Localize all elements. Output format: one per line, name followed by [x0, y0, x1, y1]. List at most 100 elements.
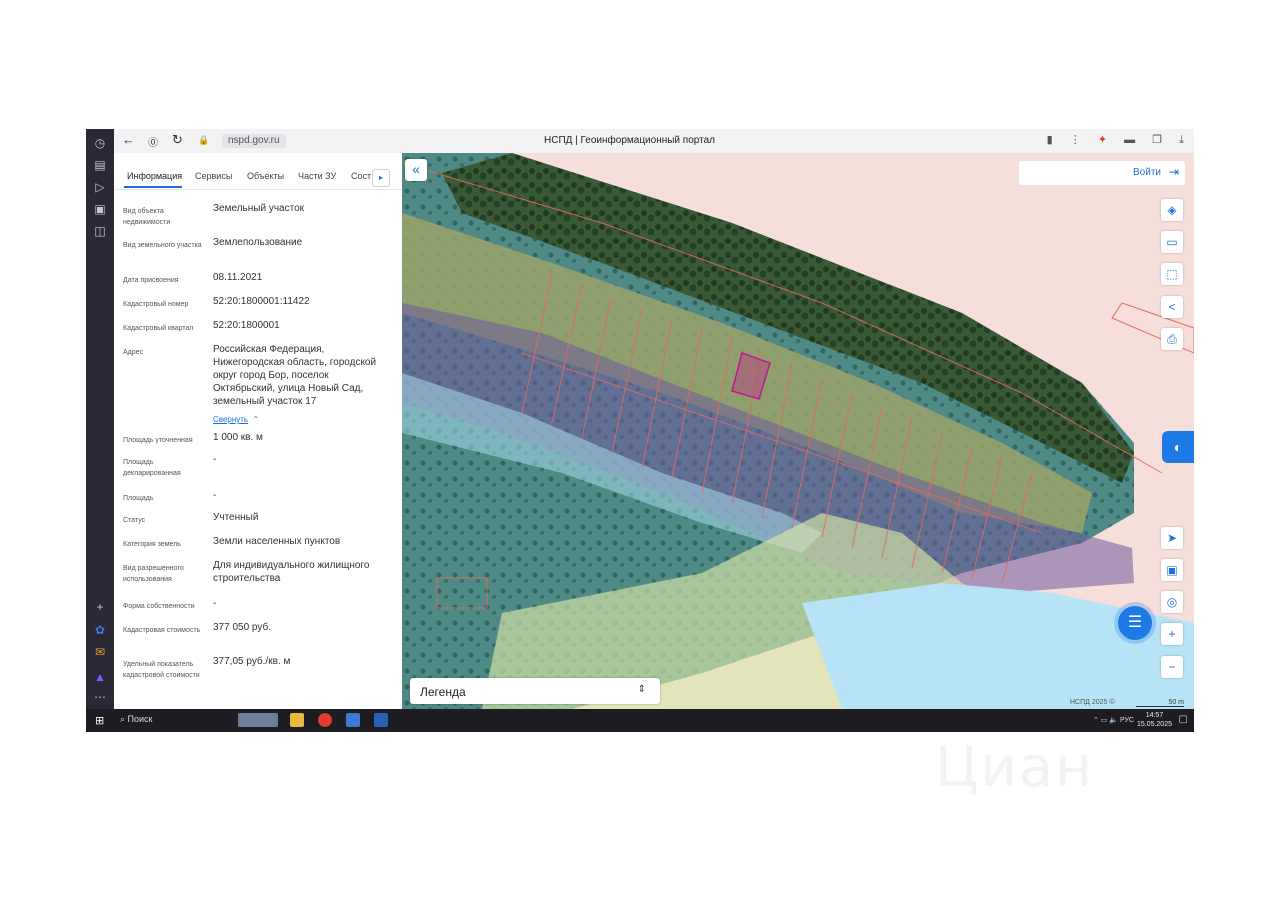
- object-info-panel: Информация Сервисы Объекты Части ЗУ Сост…: [114, 153, 402, 709]
- play-icon[interactable]: ▷: [92, 179, 108, 195]
- windows-taskbar: ⊞ ⌕ Поиск ⌃ ▭ 🔈 РУС 14:57 15.05.2025 ▢: [86, 709, 1194, 732]
- collapse-link-label[interactable]: Свернуть: [213, 415, 248, 424]
- field-label: Дата присвоения: [123, 277, 179, 284]
- login-icon: ⇥: [1168, 165, 1179, 179]
- field-label: Кадастровая стоимость: [123, 627, 201, 634]
- field-value: 377,05 руб./кв. м: [213, 656, 291, 667]
- notification-icon[interactable]: ▢: [1179, 714, 1188, 725]
- field-label: Удельный показатель кадастровой стоимост…: [123, 661, 200, 679]
- field-label: Площадь декларированная: [123, 459, 181, 477]
- field-value: Российская Федерация, Нижегородская обла…: [213, 344, 377, 407]
- calculator-icon[interactable]: [346, 713, 360, 727]
- menu-dots-icon[interactable]: ⋮: [1070, 134, 1081, 146]
- zoom-out-button[interactable]: −: [1161, 656, 1183, 678]
- bookmark-icon[interactable]: ▮: [1047, 134, 1053, 146]
- calendar-icon[interactable]: ▣: [92, 201, 108, 217]
- clock-time: 14:57: [1145, 712, 1164, 719]
- ruler-icon[interactable]: ▭: [1161, 231, 1183, 253]
- collapse-address-link[interactable]: Свернуть ⌃: [213, 409, 259, 427]
- map-scale: 50 m: [1136, 699, 1184, 707]
- taskbar-search[interactable]: ⌕ Поиск: [120, 714, 153, 725]
- history-icon[interactable]: ◷: [92, 135, 108, 151]
- zoom-in-button[interactable]: +: [1161, 623, 1183, 645]
- protect-icon[interactable]: ⓪: [148, 134, 158, 149]
- reload-icon[interactable]: ↻: [172, 132, 183, 148]
- more-icon[interactable]: ⋯: [92, 689, 108, 705]
- download-icon[interactable]: ⤓: [1179, 134, 1184, 146]
- browser-actions: ▮ ⋮ ✦ ▬ ❐ ⤓: [1033, 133, 1184, 147]
- gallery-icon[interactable]: ◫: [92, 223, 108, 239]
- field-label: Кадастровый номер: [123, 301, 189, 308]
- map-view[interactable]: « Войти ⇥ ◈ ▭ ⬚ < ⎙ ◐ ➤ ▣ ◎ + − ☰ Легенд…: [402, 153, 1194, 709]
- field-value: Земельный участок: [213, 203, 305, 214]
- chevron-updown-icon: ⇕: [637, 684, 646, 695]
- tab-services[interactable]: Сервисы: [195, 171, 232, 181]
- services-panel-toggle-icon[interactable]: ◐: [1162, 431, 1194, 463]
- layers-icon[interactable]: ◈: [1161, 199, 1183, 221]
- field-value: Землепользование: [213, 237, 303, 248]
- clock-date: 15.05.2025: [1136, 721, 1172, 728]
- login-bar[interactable]: Войти ⇥: [1019, 161, 1185, 185]
- cian-watermark: Циан: [935, 735, 1094, 800]
- print-icon[interactable]: ⎙: [1161, 328, 1183, 350]
- tabs-scroll-right-button[interactable]: ▸: [372, 169, 390, 187]
- address-bar[interactable]: nspd.gov.ru: [222, 134, 286, 148]
- field-label: Площадь уточненная: [123, 437, 193, 444]
- lock-icon: 🔒: [198, 135, 210, 145]
- taskbar-clock[interactable]: 14:57 15.05.2025: [1137, 711, 1172, 729]
- screen: ◷ ▤ ▷ ▣ ◫ + ✿ ✉ ▲ ⋯ ← ⓪ ↻ 🔒 nspd.gov.ru …: [86, 129, 1194, 732]
- windows-start-icon[interactable]: ⊞: [95, 714, 104, 727]
- map-canvas[interactable]: [402, 153, 1194, 709]
- tab-information[interactable]: Информация: [127, 171, 182, 181]
- tab-parts[interactable]: Части ЗУ: [298, 171, 336, 181]
- browser-side-rail: ◷ ▤ ▷ ▣ ◫ + ✿ ✉ ▲ ⋯: [86, 129, 114, 709]
- legend-label: Легенда: [420, 685, 466, 699]
- field-value[interactable]: 52:20:1800001:11422: [213, 295, 389, 308]
- assistant-icon[interactable]: ▲: [92, 669, 108, 685]
- field-value: -: [213, 490, 217, 501]
- field-value: -: [213, 598, 217, 609]
- active-tab-indicator: [124, 186, 182, 188]
- field-label: Статус: [123, 517, 146, 524]
- geolocation-icon[interactable]: ◎: [1161, 591, 1183, 613]
- collections-icon[interactable]: ❐: [1152, 134, 1162, 146]
- add-icon[interactable]: +: [92, 599, 108, 615]
- field-label: Форма собственности: [123, 603, 195, 610]
- field-value[interactable]: 52:20:1800001: [213, 319, 389, 332]
- field-value: Земли населенных пунктов: [213, 536, 341, 547]
- back-icon[interactable]: ←: [122, 132, 135, 147]
- tab-composition[interactable]: Сост: [351, 171, 371, 181]
- panel-tabs: Информация Сервисы Объекты Части ЗУ Сост…: [114, 153, 402, 190]
- collapse-panel-button[interactable]: «: [405, 159, 427, 181]
- locate-icon[interactable]: ➤: [1161, 527, 1183, 549]
- mail-icon[interactable]: ✉: [92, 644, 108, 660]
- chevron-up-icon: ⌃: [252, 415, 260, 424]
- taskbar-widget-icon[interactable]: [238, 713, 278, 727]
- minimap-icon[interactable]: ▣: [1161, 559, 1183, 581]
- notes-icon[interactable]: ▤: [92, 157, 108, 173]
- extension-icon[interactable]: ✦: [1098, 134, 1107, 146]
- file-explorer-icon[interactable]: [290, 713, 304, 727]
- share-icon[interactable]: <: [1161, 296, 1183, 318]
- vpn-icon[interactable]: ▬: [1124, 134, 1135, 146]
- area-select-icon[interactable]: ⬚: [1161, 263, 1183, 285]
- field-value: -: [213, 454, 217, 465]
- browser-toolbar: ← ⓪ ↻ 🔒 nspd.gov.ru НСПД | Геоинформацио…: [114, 129, 1194, 154]
- system-tray[interactable]: ⌃ ▭ 🔈 РУС: [1093, 716, 1134, 724]
- chat-support-icon[interactable]: ☰: [1118, 606, 1152, 640]
- field-label: Адрес: [123, 349, 144, 356]
- legend-select[interactable]: Легенда ⇕: [410, 678, 660, 704]
- field-label: Вид объекта недвижимости: [123, 208, 171, 226]
- field-value: 377 050 руб.: [213, 622, 271, 633]
- field-value: 1 000 кв. м: [213, 432, 263, 443]
- search-icon: ⌕: [120, 714, 128, 724]
- field-label: Категория земель: [123, 541, 181, 548]
- tab-objects[interactable]: Объекты: [247, 171, 284, 181]
- login-label[interactable]: Войти: [1133, 167, 1161, 178]
- yandex-browser-icon[interactable]: [318, 713, 332, 727]
- language-indicator[interactable]: РУС: [1120, 717, 1134, 724]
- word-icon[interactable]: [374, 713, 388, 727]
- field-label: Вид земельного участка: [123, 242, 202, 249]
- app-icon[interactable]: ✿: [92, 622, 108, 638]
- field-value: Учтенный: [213, 512, 259, 523]
